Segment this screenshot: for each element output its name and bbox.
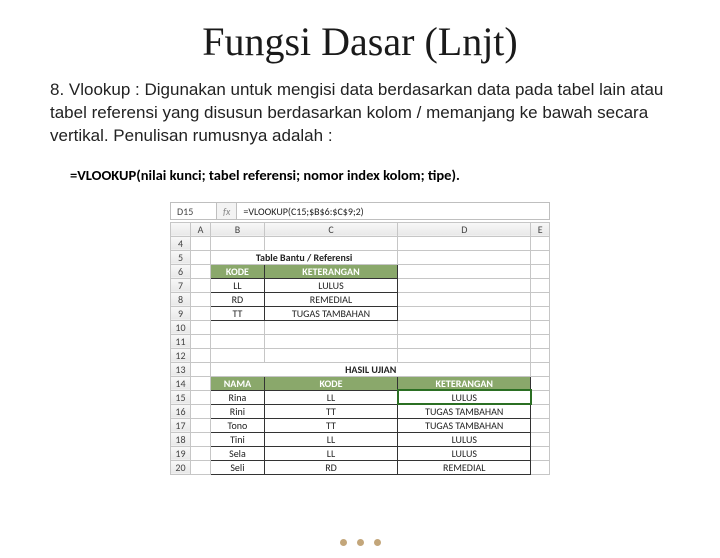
ref-cell: RD — [211, 292, 265, 306]
sheet-row: 20SeliRDREMEDIAL — [171, 460, 550, 474]
sheet-row: 16RiniTTTUGAS TAMBAHAN — [171, 404, 550, 418]
sheet-row: 9TTTUGAS TAMBAHAN — [171, 306, 550, 320]
slide-title: Fungsi Dasar (Lnjt) — [0, 18, 720, 65]
result-header-nama: NAMA — [211, 376, 265, 390]
sheet-row: 4 — [171, 236, 550, 250]
col-D: D — [398, 222, 531, 236]
result-cell: Sela — [211, 446, 265, 460]
result-cell: LULUS — [398, 390, 531, 404]
corner-cell — [171, 222, 191, 236]
result-cell: LULUS — [398, 446, 531, 460]
sheet-row: 19SelaLLLULUS — [171, 446, 550, 460]
slide-pager — [0, 539, 720, 546]
description-text: 8. Vlookup : Digunakan untuk mengisi dat… — [50, 79, 665, 148]
result-cell: TUGAS TAMBAHAN — [398, 404, 531, 418]
formula-bar-text: =VLOOKUP(C15;$B$6:$C$9;2) — [237, 203, 549, 219]
sheet-row: 15RinaLLLULUS — [171, 390, 550, 404]
result-cell: LL — [264, 432, 397, 446]
pager-dot — [357, 539, 364, 546]
result-header-keterangan: KETERANGAN — [398, 376, 531, 390]
sheet-row: 10 — [171, 320, 550, 334]
result-cell: TT — [264, 418, 397, 432]
result-cell: LL — [264, 446, 397, 460]
sheet-row: 11 — [171, 334, 550, 348]
ref-header-kode: KODE — [211, 264, 265, 278]
sheet-row: 7LLLULUS — [171, 278, 550, 292]
result-cell: Seli — [211, 460, 265, 474]
result-cell: TT — [264, 404, 397, 418]
sheet-row: 17TonoTTTUGAS TAMBAHAN — [171, 418, 550, 432]
col-A: A — [191, 222, 211, 236]
column-headers: A B C D E — [171, 222, 550, 236]
formula-syntax: =VLOOKUP(nilai kunci; tabel referensi; n… — [70, 166, 720, 184]
pager-dot — [340, 539, 347, 546]
sheet-row: 12 — [171, 348, 550, 362]
reference-section-title: Table Bantu / Referensi — [211, 250, 398, 264]
sheet-row: 8RDREMEDIAL — [171, 292, 550, 306]
row-header: 12 — [171, 348, 191, 362]
sheet-row: 6KODEKETERANGAN — [171, 264, 550, 278]
spreadsheet-grid: A B C D E 45Table Bantu / Referensi6KODE… — [170, 222, 550, 475]
ref-cell: LULUS — [264, 278, 397, 292]
result-cell: Tini — [211, 432, 265, 446]
result-section-title: HASIL UJIAN — [211, 362, 531, 376]
sheet-row: 18TiniLLLULUS — [171, 432, 550, 446]
result-header-kode: KODE — [264, 376, 397, 390]
pager-dot — [374, 539, 381, 546]
ref-header-keterangan: KETERANGAN — [264, 264, 397, 278]
result-cell: LL — [264, 390, 397, 404]
name-box: D15 — [171, 203, 217, 219]
row-header: 11 — [171, 334, 191, 348]
result-cell: Tono — [211, 418, 265, 432]
result-cell: RD — [264, 460, 397, 474]
fx-icon: fx — [217, 203, 237, 219]
ref-cell: TUGAS TAMBAHAN — [264, 306, 397, 320]
result-cell: LULUS — [398, 432, 531, 446]
sheet-row: 13HASIL UJIAN — [171, 362, 550, 376]
ref-cell: REMEDIAL — [264, 292, 397, 306]
formula-bar: D15 fx =VLOOKUP(C15;$B$6:$C$9;2) — [170, 202, 550, 220]
sheet-row: 14NAMAKODEKETERANGAN — [171, 376, 550, 390]
row-header: 4 — [171, 236, 191, 250]
sheet-row: 5Table Bantu / Referensi — [171, 250, 550, 264]
result-cell: REMEDIAL — [398, 460, 531, 474]
col-C: C — [264, 222, 397, 236]
col-E: E — [531, 222, 550, 236]
excel-screenshot: D15 fx =VLOOKUP(C15;$B$6:$C$9;2) A B C D… — [170, 202, 550, 475]
ref-cell: TT — [211, 306, 265, 320]
result-cell: Rina — [211, 390, 265, 404]
col-B: B — [211, 222, 265, 236]
result-cell: Rini — [211, 404, 265, 418]
row-header: 10 — [171, 320, 191, 334]
ref-cell: LL — [211, 278, 265, 292]
result-cell: TUGAS TAMBAHAN — [398, 418, 531, 432]
